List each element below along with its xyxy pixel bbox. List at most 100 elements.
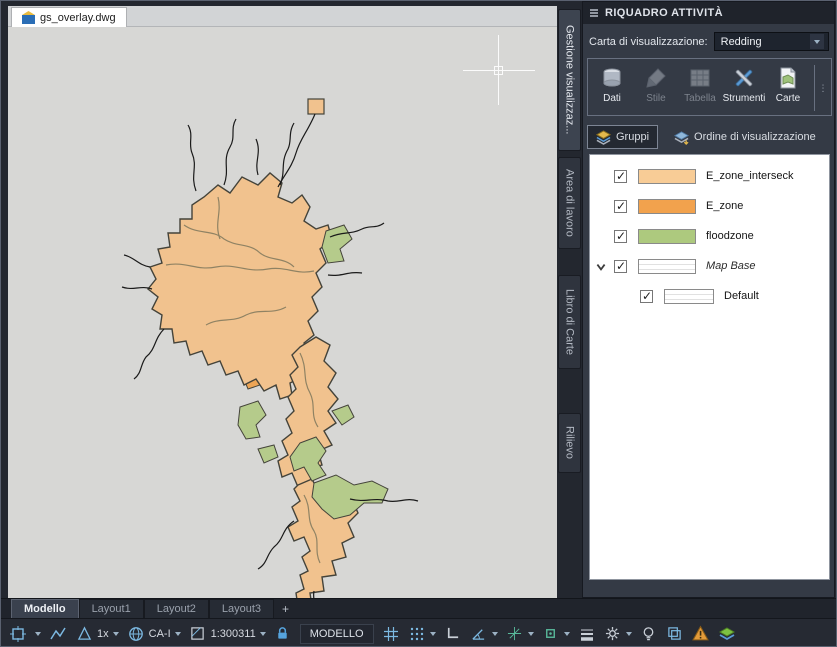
layout-tab-modello[interactable]: Modello [11, 599, 79, 618]
annotation-scale-icon [75, 625, 93, 643]
chevron-down-icon[interactable] [595, 261, 609, 275]
toolbar-button-dati[interactable]: Dati [590, 63, 634, 113]
geolocation-layers-icon[interactable] [718, 625, 736, 643]
layer-row-map-base: Map Base [590, 253, 829, 281]
layer-name[interactable]: Default [724, 290, 759, 302]
tab-ordine-di-visualizzazione[interactable]: Ordine di visualizzazione [666, 125, 824, 149]
grid-display-icon[interactable] [382, 625, 400, 643]
side-tab-label: Area di lavoro [563, 169, 576, 237]
dynamic-input-icon[interactable] [49, 625, 67, 643]
side-tab-libro-di-carte[interactable]: Libro di Carte [558, 275, 581, 369]
groups-layers-icon [596, 129, 611, 145]
layer-row-e-zone-interseck: E_zone_interseck [590, 163, 829, 191]
toolbar-button-carte[interactable]: Carte [766, 63, 810, 113]
side-tab-rilievo[interactable]: Rilievo [558, 413, 581, 473]
side-tab-area-di-lavoro[interactable]: Area di lavoro [558, 157, 581, 249]
tab-label: Ordine di visualizzazione [694, 131, 816, 143]
map-sheet-icon [780, 67, 796, 89]
object-snap-control[interactable] [542, 625, 570, 643]
annotation-scale-control[interactable]: 1x [75, 625, 119, 643]
display-map-value: Redding [720, 35, 762, 48]
toolbar-label: Tabella [684, 93, 716, 104]
layout-tab-label: Modello [24, 603, 66, 615]
chevron-down-icon [259, 631, 266, 636]
space-toggle-button[interactable]: MODELLO [299, 623, 374, 644]
layer-list: E_zone_interseck E_zone floodzone [589, 154, 830, 580]
database-icon [603, 68, 621, 87]
task-pane: RIQUADRO ATTIVITÀ Carta di visualizzazio… [582, 1, 835, 598]
chevron-down-icon[interactable] [35, 631, 41, 636]
layer-checkbox[interactable] [614, 229, 627, 243]
chevron-down-icon [625, 631, 632, 636]
display-map-selector-row: Carta di visualizzazione: Redding [589, 32, 829, 51]
isolate-objects-icon[interactable] [640, 625, 658, 643]
layer-swatch[interactable] [638, 199, 696, 214]
workspace-control[interactable] [604, 625, 632, 643]
snap-grid-icon [408, 625, 426, 643]
layer-checkbox[interactable] [614, 199, 627, 213]
layout-tab-layout1[interactable]: Layout1 [78, 599, 144, 618]
layer-row-default: Default [590, 283, 829, 311]
annotation-scale-label: 1x [97, 627, 109, 640]
drawing-scale-label: 1:300311 [210, 627, 256, 640]
layer-swatch[interactable] [638, 169, 696, 184]
ortho-mode-icon[interactable] [444, 625, 462, 643]
layer-checkbox[interactable] [640, 289, 653, 303]
table-icon [690, 69, 710, 87]
chevron-down-icon [112, 631, 119, 636]
task-pane-title: RIQUADRO ATTIVITÀ [605, 7, 724, 19]
lineweight-icon[interactable] [578, 625, 596, 643]
panel-menu-icon[interactable] [589, 8, 599, 18]
toolbar-label: Stile [646, 93, 666, 104]
display-map-label: Carta di visualizzazione: [589, 35, 708, 48]
layer-swatch[interactable] [638, 259, 696, 274]
add-layout-button[interactable]: + [274, 599, 297, 618]
layout-tab-layout2[interactable]: Layout2 [143, 599, 209, 618]
coordinate-system-control[interactable]: CA-I [127, 625, 181, 643]
brush-icon [646, 68, 666, 88]
layer-name[interactable]: Map Base [706, 260, 756, 272]
layout-tab-layout3[interactable]: Layout3 [208, 599, 275, 618]
selection-cycling-icon[interactable] [666, 625, 684, 643]
layer-checkbox[interactable] [614, 169, 627, 183]
add-layout-label: + [282, 601, 290, 616]
drawing-scale-control[interactable]: 1:300311 [189, 625, 266, 643]
document-tab[interactable]: gs_overlay.dwg [11, 7, 127, 27]
task-pane-side-tabs: Gestione visualizzaz... Area di lavoro L… [557, 1, 582, 598]
chevron-down-icon [527, 631, 534, 636]
scale-lock-icon[interactable] [274, 625, 292, 643]
polar-tracking-control[interactable] [470, 625, 498, 643]
tab-gruppi[interactable]: Gruppi [587, 125, 659, 149]
chevron-down-icon [814, 39, 820, 44]
side-tab-gestione-visualizzazione[interactable]: Gestione visualizzaz... [558, 9, 581, 151]
display-map-dropdown[interactable]: Redding [713, 32, 829, 51]
object-snap-icon [542, 625, 560, 643]
snap-mode-control[interactable] [408, 625, 436, 643]
coordinate-system-label: CA-I [148, 627, 171, 640]
object-snap-tracking-control[interactable] [506, 625, 534, 643]
layer-row-e-zone: E_zone [590, 193, 829, 221]
object-snap-tracking-icon [506, 625, 524, 643]
layer-checkbox[interactable] [614, 259, 627, 273]
toolbar-button-tabella[interactable]: Tabella [678, 63, 722, 113]
drawing-canvas[interactable] [8, 27, 557, 598]
toolbar-button-strumenti[interactable]: Strumenti [722, 63, 766, 113]
application-window: gs_overlay.dwg Gestione visualizzaz... A… [0, 0, 837, 647]
layer-swatch[interactable] [638, 229, 696, 244]
layout-tab-bar: Modello Layout1 Layout2 Layout3 + [1, 598, 836, 618]
annotation-warning-icon[interactable] [692, 625, 710, 643]
side-tab-label: Libro di Carte [563, 288, 576, 356]
layer-name[interactable]: floodzone [706, 230, 754, 242]
layer-name[interactable]: E_zone [706, 200, 743, 212]
autosnap-marker-icon[interactable] [9, 625, 27, 643]
gear-icon [604, 625, 622, 643]
dropdown-button[interactable] [810, 34, 824, 49]
layer-name[interactable]: E_zone_interseck [706, 170, 793, 182]
dwg-file-icon [22, 11, 35, 24]
map-drawing [121, 98, 419, 598]
toolbar-button-stile[interactable]: Stile [634, 63, 678, 113]
draw-order-icon [674, 130, 690, 145]
chevron-down-icon [563, 631, 570, 636]
toolbar-overflow-handle[interactable]: ⋮ [817, 63, 829, 113]
layer-swatch[interactable] [664, 289, 714, 304]
